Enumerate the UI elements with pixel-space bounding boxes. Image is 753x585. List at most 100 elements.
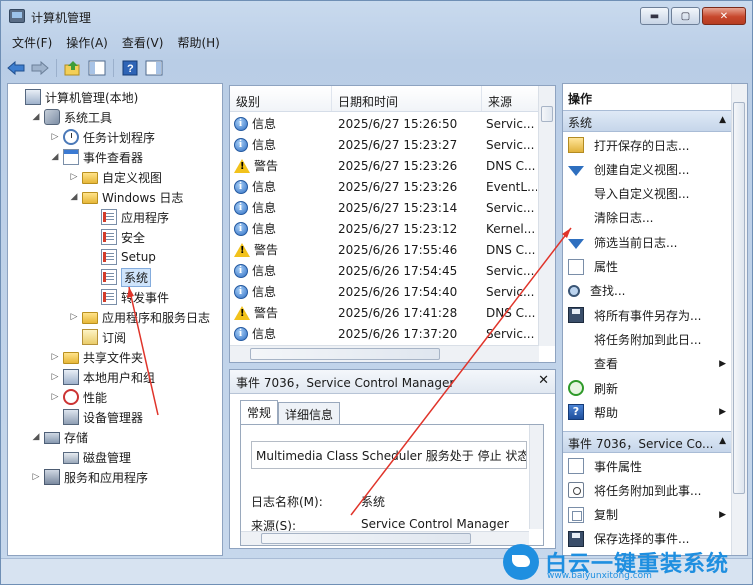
forward-icon[interactable]: [29, 57, 51, 79]
tree-item[interactable]: ▷ 共享文件夹: [49, 347, 143, 367]
tree-item[interactable]: ▷ 任务计划程序: [49, 127, 155, 147]
detail-hscroll[interactable]: [241, 531, 529, 545]
event-row[interactable]: 警告 2025/6/26 17:41:28 DNS C...: [230, 302, 539, 323]
scroll-thumb[interactable]: [733, 102, 745, 494]
action-item[interactable]: 复制 ▶: [563, 503, 731, 527]
expand-toggle-icon[interactable]: ◢: [30, 432, 42, 442]
event-list-vscroll[interactable]: [538, 86, 555, 346]
title-bar[interactable]: 计算机管理 ▬ ▢ ✕: [1, 1, 752, 31]
action-item[interactable]: 属性: [563, 255, 731, 279]
tree-item[interactable]: 系统: [87, 267, 152, 287]
event-row[interactable]: 警告 2025/6/26 17:55:46 DNS C...: [230, 239, 539, 260]
event-row[interactable]: 信息 2025/6/27 15:23:27 Servic...: [230, 134, 539, 155]
event-datetime: 2025/6/27 15:23:26: [338, 179, 458, 194]
column-datetime[interactable]: 日期和时间: [332, 86, 482, 111]
actions-group-event[interactable]: 事件 7036，Service Co... ▲: [563, 431, 731, 453]
expand-toggle-icon[interactable]: ▷: [49, 392, 61, 402]
actions-group-system[interactable]: 系统 ▲: [563, 110, 731, 132]
tree-item[interactable]: 磁盘管理: [49, 447, 131, 467]
menu-view[interactable]: 查看(V): [115, 31, 171, 53]
expand-toggle-icon[interactable]: ◢: [30, 112, 42, 122]
menu-help[interactable]: 帮助(H): [170, 31, 226, 53]
menu-file[interactable]: 文件(F): [5, 31, 59, 53]
info-icon: [234, 263, 248, 278]
action-item[interactable]: 筛选当前日志...: [563, 230, 731, 254]
tree-item[interactable]: 计算机管理(本地): [11, 87, 138, 107]
tree-item[interactable]: 转发事件: [87, 287, 169, 307]
scroll-thumb[interactable]: [250, 348, 440, 360]
folder-icon: [82, 172, 98, 184]
action-item[interactable]: 创建自定义视图...: [563, 157, 731, 181]
scroll-thumb[interactable]: [261, 533, 471, 544]
up-icon[interactable]: [62, 57, 84, 79]
action-item[interactable]: 将所有事件另存为...: [563, 303, 731, 327]
help-icon[interactable]: ?: [119, 57, 141, 79]
watermark-url: www.baiyunxitong.com: [547, 571, 652, 581]
event-row[interactable]: 信息 2025/6/26 17:54:40 Servic...: [230, 281, 539, 302]
event-row[interactable]: 信息 2025/6/26 17:54:45 Servic...: [230, 260, 539, 281]
event-description[interactable]: Multimedia Class Scheduler 服务处于 停止 状态: [251, 441, 527, 469]
tree-item[interactable]: 订阅: [68, 327, 126, 347]
tab-general[interactable]: 常规: [240, 400, 279, 424]
expand-toggle-icon[interactable]: ▷: [68, 312, 80, 322]
event-row[interactable]: 警告 2025/6/27 15:23:26 DNS C...: [230, 155, 539, 176]
minimize-button[interactable]: ▬: [640, 7, 669, 25]
actions-vscroll[interactable]: [731, 84, 747, 555]
detail-close-button[interactable]: ✕: [538, 373, 549, 388]
event-row[interactable]: 信息 2025/6/27 15:23:14 Servic...: [230, 197, 539, 218]
tree-item[interactable]: ◢ Windows 日志: [68, 187, 184, 207]
log-icon: [101, 249, 117, 265]
tree-item[interactable]: 设备管理器: [49, 407, 143, 427]
event-row[interactable]: 信息 2025/6/26 17:37:20 Servic...: [230, 323, 539, 344]
column-source[interactable]: 来源: [482, 86, 539, 111]
action-item[interactable]: 打开保存的日志...: [563, 133, 731, 157]
event-row[interactable]: 信息 2025/6/27 15:26:50 Servic...: [230, 113, 539, 134]
action-item[interactable]: 导入自定义视图...: [563, 182, 731, 206]
event-list-hscroll[interactable]: [230, 345, 539, 362]
detail-vscroll[interactable]: [529, 425, 543, 529]
tree-item[interactable]: ◢ 存储: [30, 427, 88, 447]
action-item[interactable]: 事件属性: [563, 454, 731, 478]
tree-item[interactable]: 应用程序: [87, 207, 169, 227]
show-hide-tree-icon[interactable]: [86, 57, 108, 79]
action-item[interactable]: 清除日志...: [563, 206, 731, 230]
event-row[interactable]: 信息 2025/6/27 15:23:12 Kernel...: [230, 218, 539, 239]
expand-toggle-icon[interactable]: ◢: [68, 192, 80, 202]
scroll-thumb[interactable]: [541, 106, 553, 122]
show-hide-action-icon[interactable]: [143, 57, 165, 79]
action-item[interactable]: 查看 ▶: [563, 352, 731, 376]
menu-action[interactable]: 操作(A): [59, 31, 115, 53]
tree-item[interactable]: ▷ 服务和应用程序: [30, 467, 148, 487]
expand-toggle-icon[interactable]: ▷: [49, 372, 61, 382]
action-item[interactable]: 刷新: [563, 376, 731, 400]
tree-item[interactable]: ▷ 应用程序和服务日志: [68, 307, 210, 327]
copy-icon: [568, 506, 584, 523]
tree-item-label: 自定义视图: [102, 170, 163, 185]
expand-toggle-icon[interactable]: ▷: [49, 352, 61, 362]
expand-toggle-icon[interactable]: ▷: [49, 132, 61, 142]
tree-item[interactable]: ◢ 系统工具: [30, 107, 112, 127]
maximize-button[interactable]: ▢: [671, 7, 700, 25]
back-icon[interactable]: [5, 57, 27, 79]
info-icon: [234, 284, 248, 299]
action-item[interactable]: 查找...: [563, 279, 731, 303]
close-button[interactable]: ✕: [702, 7, 746, 25]
expand-toggle-icon[interactable]: ▷: [68, 172, 80, 182]
tree-item[interactable]: Setup: [87, 247, 156, 267]
tree-item[interactable]: ◢ 事件查看器: [49, 147, 143, 167]
collapse-icon[interactable]: ▲: [719, 115, 726, 125]
expand-toggle-icon[interactable]: ◢: [49, 152, 61, 162]
tree-item[interactable]: 安全: [87, 227, 145, 247]
action-item[interactable]: 将任务附加到此事...: [563, 478, 731, 502]
action-item[interactable]: ? 帮助 ▶: [563, 400, 731, 424]
tree-item[interactable]: ▷ 自定义视图: [68, 167, 162, 187]
event-level: 信息: [252, 117, 277, 131]
expand-toggle-icon[interactable]: ▷: [30, 472, 42, 482]
tree-item[interactable]: ▷ 本地用户和组: [49, 367, 155, 387]
tree-item[interactable]: ▷ 性能: [49, 387, 107, 407]
collapse-icon[interactable]: ▲: [719, 436, 726, 446]
action-item[interactable]: 将任务附加到此日...: [563, 327, 731, 351]
tab-details[interactable]: 详细信息: [278, 402, 341, 424]
column-level[interactable]: 级别: [230, 86, 332, 111]
event-row[interactable]: 信息 2025/6/27 15:23:26 EventL...: [230, 176, 539, 197]
